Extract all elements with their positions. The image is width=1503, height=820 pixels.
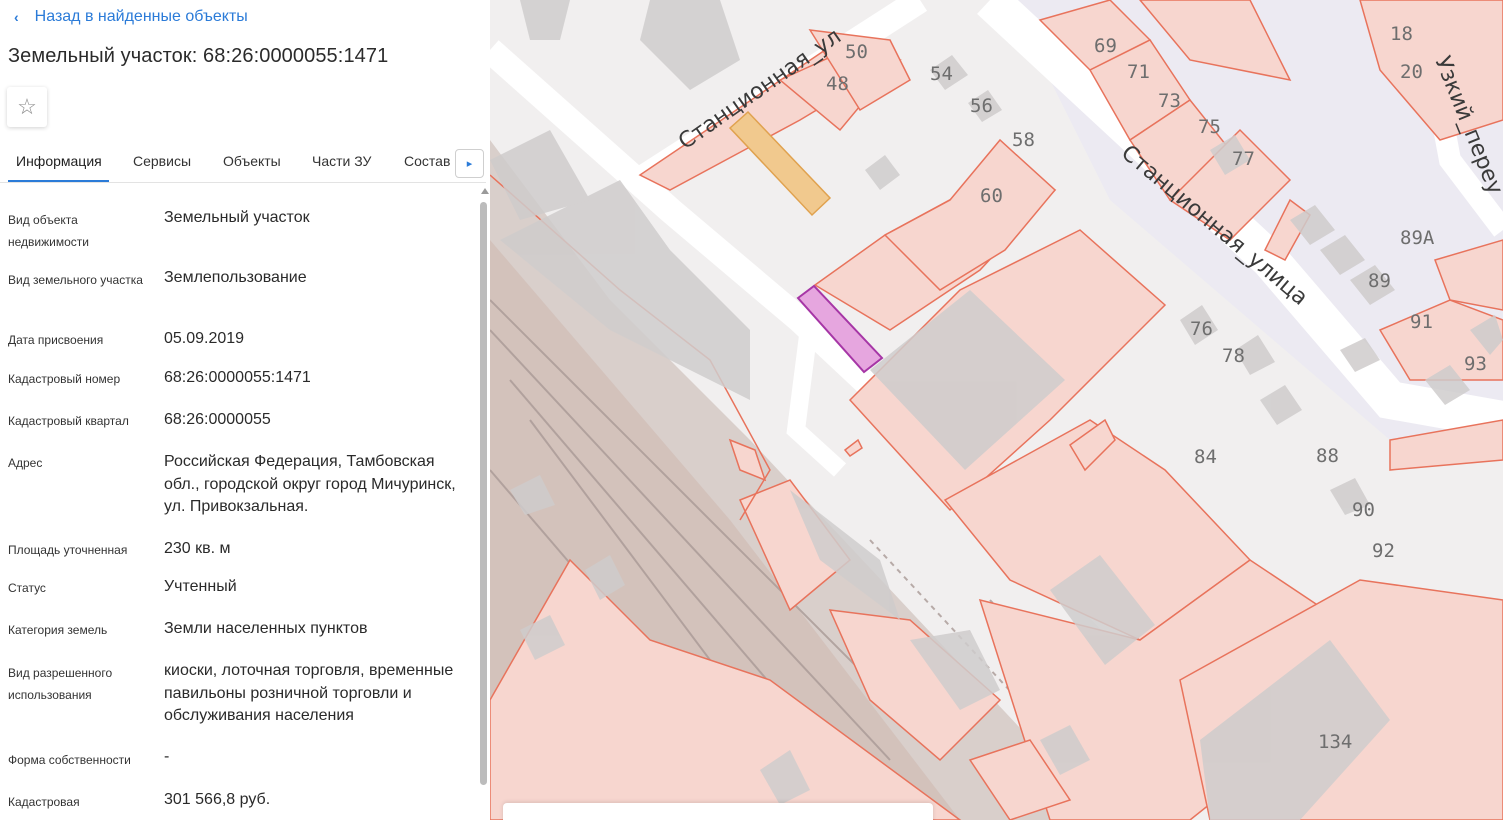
cadastral-map[interactable]: Станционная_ул Станционная_улица Узкий_п… — [490, 0, 1503, 820]
house-number: 90 — [1352, 499, 1375, 521]
house-number: 88 — [1316, 445, 1339, 467]
house-number: 93 — [1464, 353, 1487, 375]
attribute-label: Площадь уточненная — [8, 543, 128, 557]
house-number: 89А — [1400, 227, 1435, 249]
attribute-label: Кадастровая — [8, 795, 80, 809]
attribute-label: Вид земельного участка — [8, 273, 143, 287]
house-number: 134 — [1318, 731, 1352, 753]
attribute-value: 68:26:0000055 — [164, 411, 271, 428]
house-number: 69 — [1094, 35, 1117, 57]
star-icon: ☆ — [17, 94, 37, 119]
house-number: 71 — [1127, 61, 1150, 83]
tabs-divider — [0, 182, 486, 183]
tab-bar: Информация Сервисы Объекты Части ЗУ Сост… — [0, 143, 490, 183]
attribute-value: Землепользование — [164, 269, 307, 286]
back-link[interactable]: ‹ Назад в найденные объекты — [14, 6, 248, 28]
attribute-value: Учтенный — [164, 578, 237, 595]
favorite-button[interactable]: ☆ — [7, 87, 47, 127]
house-number: 78 — [1222, 345, 1245, 367]
house-number: 84 — [1194, 446, 1217, 468]
attribute-value: 301 566,8 руб. — [164, 791, 271, 808]
house-number: 50 — [845, 41, 868, 63]
attribute-value: 68:26:0000055:1471 — [164, 369, 311, 386]
attribute-label: Вид объекта недвижимости — [8, 213, 89, 249]
attribute-value: Земельный участок — [164, 209, 310, 226]
house-number: 73 — [1158, 90, 1181, 112]
tab-info[interactable]: Информация — [16, 153, 102, 169]
house-number: 60 — [980, 185, 1003, 207]
page-title: Земельный участок: 68:26:0000055:1471 — [8, 45, 389, 67]
tabs-scroll-right-button[interactable]: ▸ — [455, 149, 484, 178]
attribute-label: Адрес — [8, 456, 43, 470]
house-number: 58 — [1012, 129, 1035, 151]
house-number: 18 — [1390, 23, 1413, 45]
attribute-value: Земли населенных пунктов — [164, 620, 368, 637]
attribute-label: Вид разрешенного использования — [8, 666, 113, 702]
scrollbar-thumb[interactable] — [480, 202, 487, 785]
house-number: 77 — [1232, 148, 1255, 170]
attribute-value: 230 кв. м — [164, 540, 231, 557]
tab-composition[interactable]: Состав — [404, 153, 450, 169]
tab-parts[interactable]: Части ЗУ — [312, 153, 371, 169]
house-number: 75 — [1198, 116, 1221, 138]
house-number: 91 — [1410, 311, 1433, 333]
tab-objects[interactable]: Объекты — [223, 153, 281, 169]
house-number: 92 — [1372, 540, 1395, 562]
house-number: 56 — [970, 95, 993, 117]
attribute-label: Кадастровый номер — [8, 372, 121, 386]
map-bottom-card[interactable] — [503, 803, 933, 820]
tab-services[interactable]: Сервисы — [133, 153, 191, 169]
scroll-up-arrow-icon[interactable] — [481, 188, 489, 194]
chevron-left-icon: ‹ — [14, 9, 19, 25]
house-number: 20 — [1400, 61, 1423, 83]
caret-right-icon: ▸ — [466, 158, 473, 170]
map-canvas[interactable]: Станционная_ул Станционная_улица Узкий_п… — [490, 0, 1503, 820]
attribute-value: - — [164, 748, 170, 765]
attribute-value: Российская Федерация, Тамбовская обл., г… — [164, 453, 456, 515]
house-number: 54 — [930, 63, 953, 85]
back-link-label: Назад в найденные объекты — [34, 8, 248, 25]
attribute-label: Дата присвоения — [8, 333, 104, 347]
house-number: 48 — [826, 73, 849, 95]
house-number: 76 — [1190, 318, 1213, 340]
info-panel: ‹ Назад в найденные объекты Земельный уч… — [0, 0, 490, 820]
attribute-label: Кадастровый квартал — [8, 414, 129, 428]
attribute-label: Категория земель — [8, 623, 108, 637]
attribute-label: Статус — [8, 581, 46, 595]
house-number: 89 — [1368, 270, 1391, 292]
attribute-label: Форма собственности — [8, 753, 131, 767]
attribute-value: киоски, лоточная торговля, временные пав… — [164, 662, 454, 724]
scrollbar[interactable] — [478, 186, 490, 820]
attribute-value: 05.09.2019 — [164, 330, 245, 347]
